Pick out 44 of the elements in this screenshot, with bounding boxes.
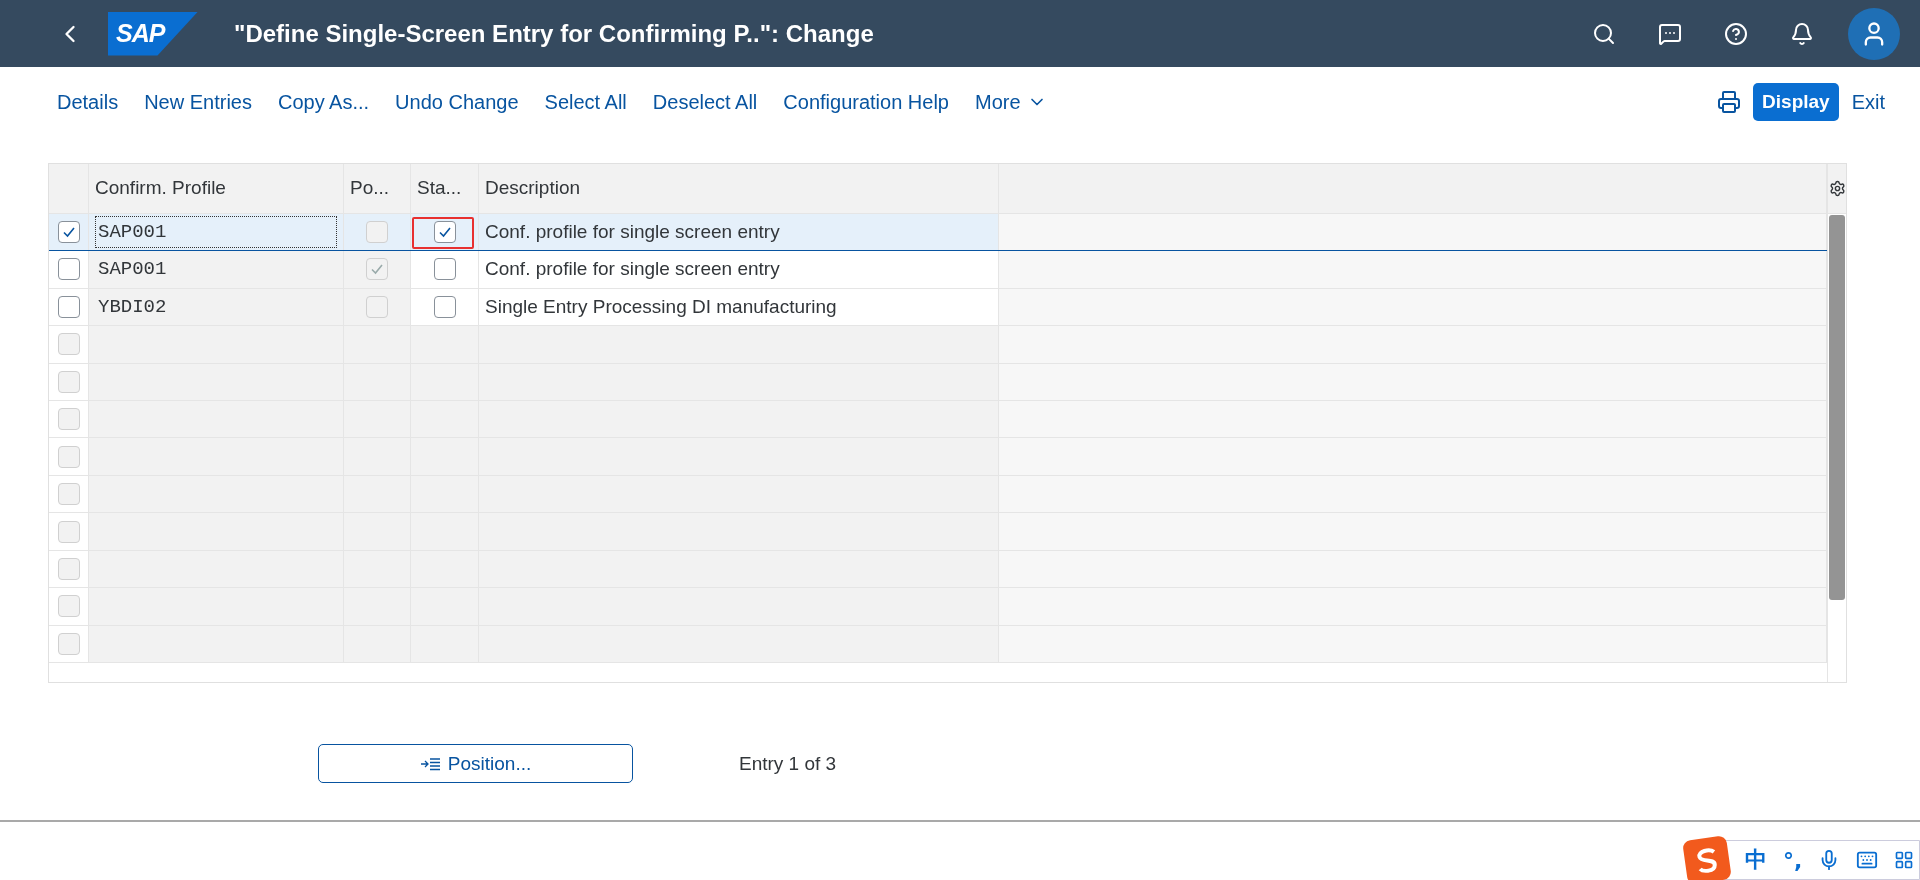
window-title: "Define Single-Screen Entry for Confirming P..": Change [234,19,875,48]
toolbar-link[interactable]: Select All [531,84,640,120]
table-row[interactable]: SAP001 Conf. profile for single screen entry [49,251,1827,289]
row-selector[interactable] [57,295,80,318]
toolbar-link[interactable]: Undo Change [382,84,532,120]
input-field[interactable]: YBDI02 [95,290,337,323]
toolbar-link[interactable]: Details [44,84,132,120]
checkbox[interactable] [433,221,456,243]
keyboard-icon[interactable] [1856,849,1879,871]
ime-punctuation[interactable]: °, [1783,847,1803,873]
avatar[interactable] [1848,7,1900,60]
table-row[interactable]: SAP001 Conf. profile for single screen entry [49,213,1827,252]
display-button[interactable]: Display [1753,83,1839,121]
position-icon [419,755,442,772]
settings-icon[interactable] [1828,180,1846,197]
toolbar-link[interactable]: Copy As... [264,84,383,120]
table-row[interactable]: YBDI02 Single Entry Processing DI manufacturing [49,288,1827,327]
search-icon [1592,21,1616,46]
toolbar-link[interactable]: Deselect All [639,84,771,120]
toolbar-link[interactable]: New Entries [131,84,265,120]
grid-icon[interactable] [1894,850,1915,870]
ime-logo-icon[interactable] [1682,835,1732,880]
row-selector[interactable] [57,258,80,281]
toolbar-link[interactable]: Configuration Help [770,84,962,120]
checkbox[interactable] [433,258,456,281]
ime-mode[interactable]: 中 [1745,845,1767,875]
column-header[interactable]: Description [479,164,999,213]
logo: SAP [108,11,198,56]
speech-bubble-icon [1658,21,1682,46]
scrollbar-thumb[interactable] [1829,215,1845,600]
position-button[interactable]: Position... [318,744,633,783]
help-icon [1724,21,1748,46]
entry-counter: Entry 1 of 3 [739,752,837,775]
print-icon[interactable] [1717,90,1742,114]
row-selector[interactable] [57,221,80,243]
column-header[interactable]: Po... [344,164,411,213]
bell-icon [1790,21,1814,46]
input-field[interactable]: SAP001 [95,253,337,286]
input-field[interactable]: SAP001 [95,216,337,248]
column-header[interactable]: Confirm. Profile [89,164,344,213]
checkbox[interactable] [433,295,456,318]
column-header[interactable]: Sta... [411,164,479,213]
exit-link[interactable]: Exit [1838,84,1898,120]
more-menu-button[interactable]: More [961,84,1060,120]
